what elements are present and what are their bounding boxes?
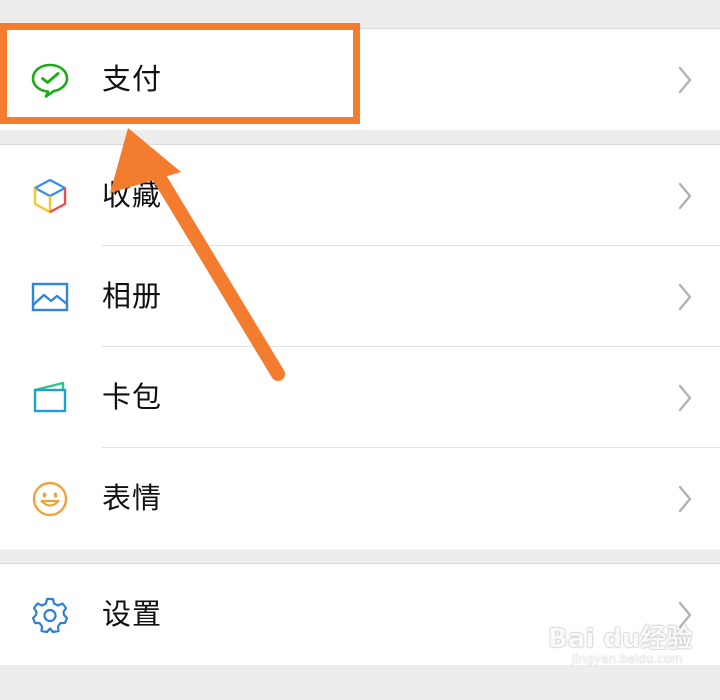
baidu-watermark: Bai du经验 [548,624,693,654]
menu-item-label: 收藏 [102,178,163,212]
chevron-right-icon [675,483,695,515]
wechat-pay-icon [30,61,70,99]
gear-icon [30,596,70,634]
menu-item-pay[interactable]: 支付 [0,29,720,130]
chevron-right-icon [675,281,695,313]
menu-item-label: 相册 [102,279,163,313]
menu-item-label: 卡包 [102,380,163,414]
menu-item-stickers[interactable]: 表情 [0,448,720,549]
album-icon [30,278,70,316]
menu-group-pay: 支付 [0,28,720,130]
chevron-right-icon [675,64,695,96]
favorites-cube-icon [30,177,70,215]
menu-group-main: 收藏 相册 卡包 表情 [0,144,720,549]
menu-item-label: 支付 [102,62,163,96]
menu-item-label: 表情 [102,481,163,515]
card-wallet-icon [30,379,70,417]
chevron-right-icon [675,180,695,212]
chevron-right-icon [675,382,695,414]
baidu-watermark-url: jingyan.baidu.com [572,652,683,666]
menu-item-favorites[interactable]: 收藏 [0,145,720,246]
menu-item-album[interactable]: 相册 [0,246,720,347]
menu-item-label: 设置 [102,597,163,631]
sticker-smile-icon [30,480,70,518]
menu-item-card-wallet[interactable]: 卡包 [0,347,720,448]
